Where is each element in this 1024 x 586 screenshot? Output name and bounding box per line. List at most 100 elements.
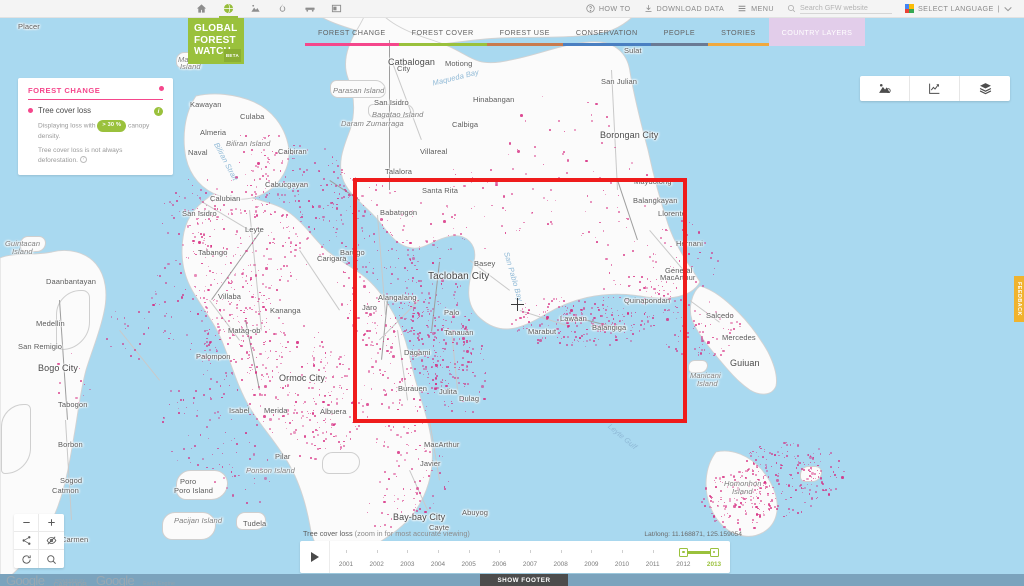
year-label-2009[interactable]: 2009 <box>584 561 598 568</box>
slider-handle-start[interactable] <box>679 548 688 557</box>
road-segment <box>209 300 240 341</box>
year-tick <box>622 550 623 553</box>
zoom-out-button[interactable] <box>14 514 39 532</box>
year-label-2013[interactable]: 2013 <box>707 561 721 568</box>
year-label-2004[interactable]: 2004 <box>431 561 445 568</box>
map-label: Quinapondan <box>624 296 670 305</box>
legend-layer-row[interactable]: Tree cover loss i <box>28 106 163 115</box>
search-input[interactable] <box>800 3 892 14</box>
year-label-2002[interactable]: 2002 <box>370 561 384 568</box>
tree-cover-loss-swatch <box>28 108 33 113</box>
share-button[interactable] <box>14 532 39 550</box>
map-attribution: Google POWERED BY CARTODB Google Earth E… <box>6 573 175 586</box>
earth-engine-label: Earth Engine <box>143 581 175 586</box>
analysis-icon[interactable] <box>249 2 262 15</box>
apps-icon[interactable] <box>330 2 343 15</box>
small-island <box>322 452 360 474</box>
analysis-tool-button[interactable] <box>860 76 910 101</box>
reset-button[interactable] <box>14 550 39 568</box>
play-button[interactable] <box>300 541 330 573</box>
menu-button[interactable]: MENU <box>737 4 774 13</box>
chevron-down-icon <box>1004 6 1012 12</box>
map-label: Catmon <box>52 486 79 495</box>
tab-conservation[interactable]: CONSERVATION <box>563 18 651 46</box>
tab-stories[interactable]: STORIES <box>708 18 769 46</box>
year-label-2010[interactable]: 2010 <box>615 561 629 568</box>
language-divider: | <box>998 4 1000 13</box>
year-timeline-slider[interactable]: 2001 2002 2003 2004 2005 2006 2007 2008 2009 2010… <box>300 541 730 573</box>
chart-tool-button[interactable] <box>910 76 960 101</box>
tab-label: FOREST CHANGE <box>318 28 386 37</box>
year-label-2007[interactable]: 2007 <box>523 561 537 568</box>
category-tab-bar: FOREST CHANGE FOREST COVERFOREST USE CONSE… <box>305 18 865 46</box>
slider-handle-end[interactable] <box>710 548 719 557</box>
tab-color-bar <box>563 43 651 46</box>
help-icon[interactable]: ? <box>80 156 87 163</box>
download-data-link[interactable]: DOWNLOAD DATA <box>644 4 725 13</box>
year-tick <box>530 550 531 553</box>
map-label: Bay-bay City <box>393 512 445 522</box>
map-label: Llorente <box>658 209 686 218</box>
map-label: Calbiga <box>452 120 478 129</box>
map-label: Daram Zumarraga <box>341 119 404 128</box>
tab-forest-cover[interactable]: FOREST COVER <box>399 18 487 46</box>
how-to-link[interactable]: HOW TO <box>586 4 631 13</box>
tab-forest-change[interactable]: FOREST CHANGE <box>305 18 399 46</box>
home-icon[interactable] <box>195 2 208 15</box>
map-label: Santa Rita <box>422 186 458 195</box>
tab-country-layers[interactable]: COUNTRY LAYERS <box>769 18 866 46</box>
year-label-2001[interactable]: 2001 <box>339 561 353 568</box>
year-label-2003[interactable]: 2003 <box>400 561 414 568</box>
year-track[interactable]: 2001 2002 2003 2004 2005 2006 2007 2008 2009 2010… <box>330 541 730 573</box>
road-segment <box>65 420 72 520</box>
map-label: Tanauan <box>444 328 473 337</box>
cartodb-label: CARTODB <box>53 582 86 586</box>
legend-collapse-button[interactable] <box>159 86 164 91</box>
tab-forest-use[interactable]: FOREST USE <box>487 18 563 46</box>
show-footer-button[interactable]: SHOW FOOTER <box>480 574 568 586</box>
small-island <box>368 104 414 118</box>
globe-icon[interactable] <box>222 2 235 15</box>
select-language-dropdown[interactable]: SELECT LANGUAGE | <box>905 4 1012 13</box>
year-label-2008[interactable]: 2008 <box>554 561 568 568</box>
map-label: Maqueda Bay <box>432 67 480 87</box>
layers-tool-button[interactable] <box>960 76 1010 101</box>
year-tick <box>499 550 500 553</box>
year-tick <box>469 550 470 553</box>
year-label-2006[interactable]: 2006 <box>492 561 506 568</box>
commodities-icon[interactable] <box>303 2 316 15</box>
map-label: Naval <box>188 148 208 157</box>
select-language-label: SELECT LANGUAGE <box>918 4 994 13</box>
map-label: Leyte Gulf <box>606 422 639 452</box>
map-label: Carmen <box>61 535 88 544</box>
gfw-logo[interactable]: GLOBAL FOREST WATCH BETA <box>188 18 244 64</box>
map-label: Abuyog <box>462 508 488 517</box>
map-label: Kananga <box>270 306 301 315</box>
tab-people[interactable]: PEOPLE <box>651 18 708 46</box>
year-label-2012[interactable]: 2012 <box>676 561 690 568</box>
year-label-2011[interactable]: 2011 <box>646 561 660 568</box>
feedback-tab[interactable]: FEEDBACK <box>1014 276 1024 322</box>
zoom-in-button[interactable] <box>39 514 64 532</box>
search-location-button[interactable] <box>39 550 64 568</box>
info-icon[interactable]: i <box>154 107 163 116</box>
year-tick <box>377 550 378 553</box>
map-label: Tabogon <box>58 400 87 409</box>
fire-icon[interactable] <box>276 2 289 15</box>
map-label: Borongan City <box>600 130 658 140</box>
year-tick <box>591 550 592 553</box>
layers-tool-icon <box>978 82 993 95</box>
map-label: Marabut <box>528 327 556 336</box>
tab-label: COUNTRY LAYERS <box>782 28 853 37</box>
search-box[interactable] <box>787 3 892 14</box>
canopy-density-badge[interactable]: > 30 % <box>97 120 126 132</box>
map-label: Carigara <box>317 254 347 263</box>
map-label: Isabel <box>229 406 250 415</box>
map-label: Calubian <box>210 194 240 203</box>
year-label-2005[interactable]: 2005 <box>462 561 476 568</box>
google-earth-engine-attribution: Google <box>96 573 134 586</box>
small-island <box>688 360 708 373</box>
tab-label: CONSERVATION <box>576 28 638 37</box>
hide-layers-button[interactable] <box>39 532 64 550</box>
google-translate-icon <box>905 4 914 13</box>
